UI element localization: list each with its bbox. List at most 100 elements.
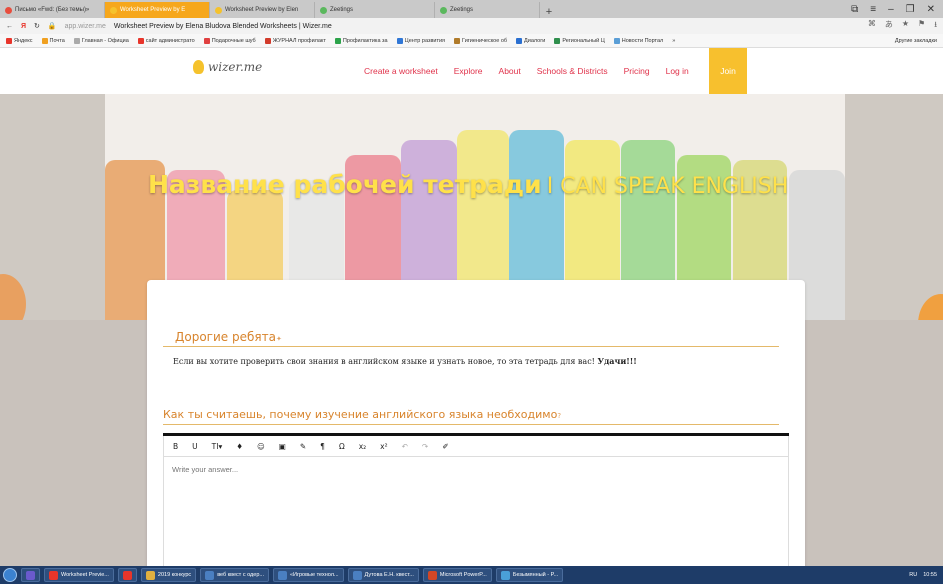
tab-label: Zeetings	[330, 7, 354, 13]
bookmark-item[interactable]: Центр развития	[396, 37, 446, 44]
taskbar-item[interactable]	[117, 568, 137, 582]
nav-link[interactable]: Create a worksheet	[364, 66, 438, 76]
taskbar-item[interactable]	[21, 568, 40, 582]
site-logo[interactable]: wizer.me	[193, 60, 262, 74]
start-button[interactable]	[3, 568, 17, 582]
back-icon[interactable]: ←	[6, 23, 13, 30]
taskbar-app-icon	[122, 570, 132, 580]
nav-link[interactable]: Pricing	[624, 66, 650, 76]
browser-tab[interactable]: Worksheet Preview by Elen	[210, 2, 315, 18]
editor-tool-button[interactable]: Ω	[339, 442, 345, 451]
nav-link[interactable]: Schools & Districts	[537, 66, 608, 76]
taskbar-item[interactable]: Worksheet Previe...	[44, 568, 114, 582]
taskbar-app-icon	[352, 570, 362, 580]
tab-label: Zeetings	[450, 7, 474, 13]
bookmark-label: Новости Портал	[621, 37, 664, 44]
bookmark-icon	[41, 37, 48, 44]
bookmark-item[interactable]: ЖУРНАЛ профилакт	[264, 37, 326, 44]
editor-tool-button[interactable]: ¶	[320, 442, 325, 451]
editor-tool-button[interactable]: ☺	[257, 442, 265, 451]
divider	[163, 346, 779, 347]
editor-tool-button[interactable]: x²	[380, 442, 387, 451]
yandex-icon[interactable]: Я	[21, 23, 26, 30]
tab-favicon-icon	[215, 6, 222, 14]
nav-link[interactable]: Log in	[666, 66, 689, 76]
taskbar-item-label: 2019 конкурс	[157, 572, 192, 578]
extension-icon[interactable]: ⚑	[918, 19, 925, 33]
taskbar-item[interactable]: Microsoft PowerP...	[422, 568, 492, 582]
taskbar-item[interactable]: Дутова Е.Н. квест...	[347, 568, 419, 582]
browser-tab[interactable]: Worksheet Preview by E	[105, 2, 210, 18]
bookmark-label: Региональный Ц	[562, 37, 605, 44]
bookmarks-more-button[interactable]: »	[672, 38, 675, 44]
bookmark-item[interactable]: Новости Портал	[613, 37, 664, 44]
address-actions: ⌘ あ ★ ⚑ ⭳	[868, 19, 937, 33]
bookmarks-bar: Яндекс Почта Главная - Официа сайт админист…	[0, 34, 943, 48]
nav-link[interactable]: Explore	[454, 66, 483, 76]
editor-tool-button[interactable]: B	[173, 442, 178, 451]
bookmark-item[interactable]: Главная - Официа	[73, 37, 129, 44]
worksheet-card: Дорогие ребята✦ Если вы хотите проверить…	[147, 280, 805, 570]
taskbar-item-label: Worksheet Previe...	[61, 572, 109, 578]
translate-icon[interactable]: あ	[885, 19, 893, 33]
taskbar-app-icon	[26, 570, 35, 580]
language-indicator[interactable]: RU	[909, 572, 917, 578]
tab-label: Worksheet Preview by E	[120, 7, 186, 13]
download-icon[interactable]: ⭳	[934, 19, 937, 33]
address-bar: ← Я ↻ 🔒 app.wizer.me Worksheet Preview b…	[0, 18, 943, 34]
bookmark-item[interactable]: сайт администрато	[137, 37, 195, 44]
other-bookmarks[interactable]: Другие закладки	[895, 38, 937, 44]
editor-tool-button[interactable]: ↷	[422, 442, 428, 451]
editor-tool-button[interactable]: ♦	[236, 442, 243, 451]
browser-tab[interactable]: Письмо «Fwd: (Без темы)»	[0, 2, 105, 18]
editor-tool-button[interactable]: ▣	[279, 442, 286, 451]
taskbar-item[interactable]: Безымянный - P...	[495, 568, 564, 582]
bookmark-item[interactable]: Подарочные шуб	[203, 37, 256, 44]
bookmark-icon	[6, 37, 12, 44]
browser-tab[interactable]: Zeetings	[315, 2, 435, 18]
close-icon[interactable]: ✕	[927, 4, 935, 15]
taskbar-item[interactable]: 2019 конкурс	[140, 568, 197, 582]
logo-text: wizer.me	[208, 60, 263, 74]
browser-tab-bar: Письмо «Fwd: (Без темы)» Worksheet Previe…	[0, 0, 943, 18]
question-mark-icon: ?	[557, 412, 562, 420]
taskbar-item-label: Microsoft PowerP...	[439, 572, 487, 578]
bookmark-label: Центр развития	[404, 37, 446, 44]
taskbar-item[interactable]: «Игровые технол...	[272, 568, 344, 582]
new-tab-button[interactable]: +	[540, 6, 558, 18]
answer-input[interactable]	[163, 456, 789, 570]
tabs-menu-icon[interactable]: ⧉	[851, 4, 858, 15]
worksheet-title-main: Название рабочей тетради	[148, 170, 542, 199]
bookmark-item[interactable]: Гигиеническое об	[454, 37, 508, 44]
menu-icon[interactable]: ≡	[870, 4, 876, 15]
bookmark-item[interactable]: Яндекс	[6, 37, 33, 44]
minimize-icon[interactable]: –	[888, 4, 894, 15]
restore-icon[interactable]: ❐	[906, 4, 915, 15]
editor-tool-button[interactable]: U	[192, 442, 198, 451]
tab-favicon-icon	[5, 6, 12, 14]
browser-tab[interactable]: Zeetings	[435, 2, 540, 18]
taskbar-item[interactable]: веб квест с одер...	[200, 568, 269, 582]
bookmark-label: Главная - Официа	[81, 37, 129, 44]
bookmark-item[interactable]: Почта	[41, 37, 65, 44]
nav-link[interactable]: About	[499, 66, 521, 76]
bookmark-label: Гигиеническое об	[462, 37, 508, 44]
taskbar-item-label: Дутова Е.Н. квест...	[364, 572, 414, 578]
bookmark-icon	[264, 37, 271, 44]
join-button[interactable]: Join	[709, 48, 747, 94]
reload-icon[interactable]: ↻	[34, 22, 40, 30]
bookmark-item[interactable]: Региональный Ц	[554, 37, 605, 44]
bookmark-icon[interactable]: ★	[902, 19, 909, 33]
editor-tool-button[interactable]: x₂	[359, 442, 366, 451]
bookmark-item[interactable]: Профилактика за	[334, 37, 388, 44]
clock[interactable]: 10:55	[923, 572, 937, 578]
editor-tool-button[interactable]: TI▾	[212, 442, 223, 451]
address-title[interactable]: Worksheet Preview by Elena Bludova Blend…	[114, 23, 332, 30]
tab-label: Письмо «Fwd: (Без темы)»	[15, 7, 90, 13]
bookmark-item[interactable]: Диалоги	[516, 37, 545, 44]
address-domain[interactable]: app.wizer.me	[65, 23, 106, 30]
reader-icon[interactable]: ⌘	[868, 19, 876, 33]
editor-tool-button[interactable]: ✐	[442, 442, 448, 451]
editor-tool-button[interactable]: ↶	[402, 442, 408, 451]
editor-tool-button[interactable]: ✎	[300, 442, 306, 451]
